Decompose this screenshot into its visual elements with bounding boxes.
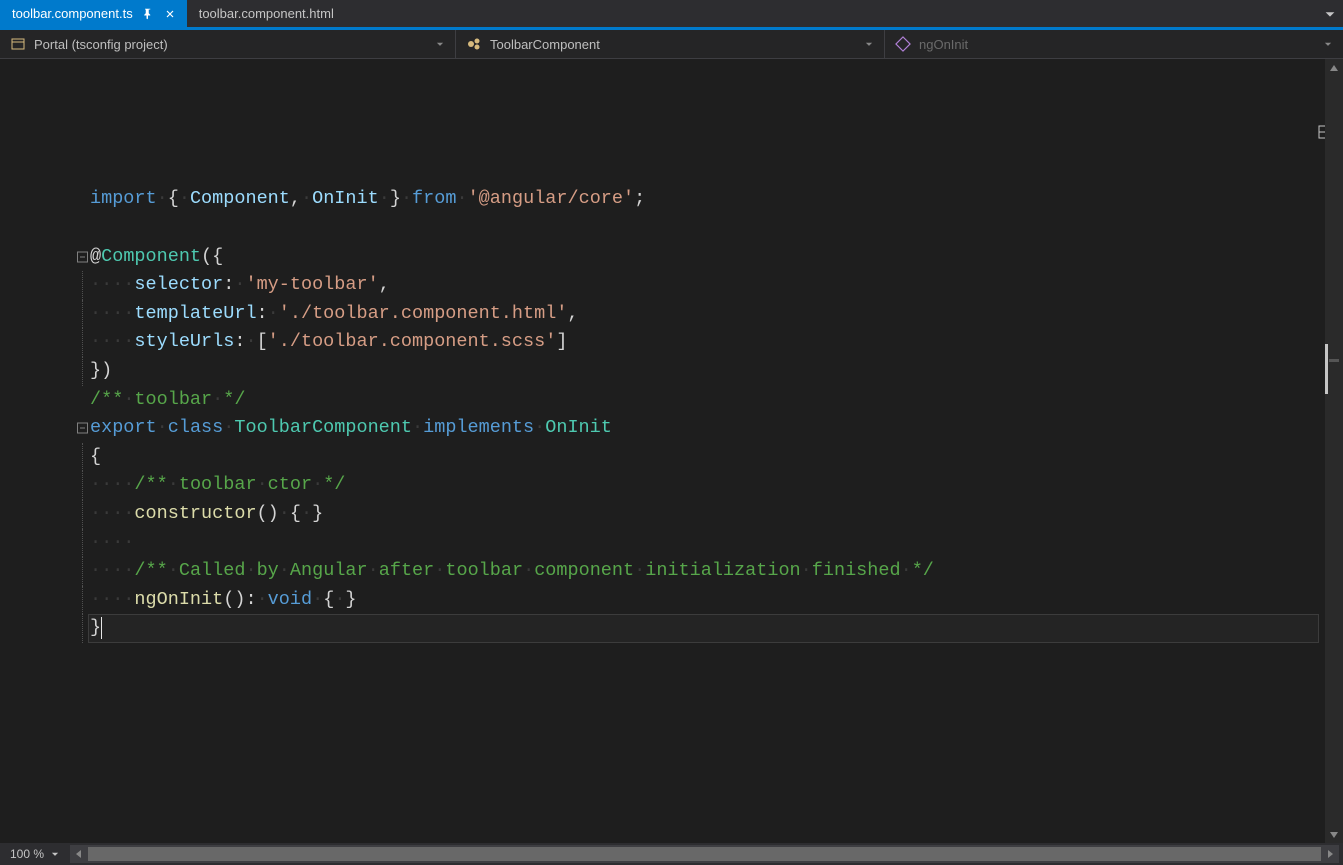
code-line[interactable]: import·{·Component,·OnInit·}·from·'@angu… (0, 185, 1343, 214)
indent-guide (82, 471, 83, 500)
project-icon (10, 36, 26, 52)
code-line[interactable]: ····templateUrl:·'./toolbar.component.ht… (0, 300, 1343, 329)
context-project-label: Portal (tsconfig project) (34, 37, 168, 52)
pin-icon[interactable] (141, 7, 155, 21)
code-line[interactable]: ····/**·toolbar·ctor·*/ (0, 471, 1343, 500)
code-line[interactable]: ····/**·Called·by·Angular·after·toolbar·… (0, 557, 1343, 586)
context-bar: Portal (tsconfig project) ToolbarCompone… (0, 30, 1343, 59)
zoom-level[interactable]: 100 % (0, 847, 66, 861)
code-editor[interactable]: import·{·Component,·OnInit·}·from·'@angu… (0, 59, 1343, 844)
fold-toggle-icon[interactable] (77, 251, 88, 262)
indent-guide (82, 357, 83, 386)
chevron-down-icon (864, 39, 874, 49)
indent-guide (82, 300, 83, 329)
class-icon (466, 36, 482, 52)
indent-guide (82, 529, 83, 558)
code-line[interactable]: ····ngOnInit():·void·{·} (0, 586, 1343, 615)
fold-toggle-icon[interactable] (77, 423, 88, 434)
tab-inactive[interactable]: toolbar.component.html (187, 0, 344, 27)
chevron-down-icon (50, 849, 60, 859)
tab-label: toolbar.component.ts (12, 6, 133, 21)
current-line-highlight (88, 614, 1319, 643)
indent-guide (82, 586, 83, 615)
code-line[interactable]: }) (0, 357, 1343, 386)
code-line[interactable]: } (0, 614, 1343, 643)
indent-guide (82, 443, 83, 472)
tab-active[interactable]: toolbar.component.ts (0, 0, 187, 27)
context-method-label: ngOnInit (919, 37, 968, 52)
code-line[interactable]: ····constructor()·{·} (0, 500, 1343, 529)
scroll-left-icon[interactable] (70, 845, 88, 863)
horizontal-scrollbar[interactable] (70, 845, 1339, 863)
method-icon (895, 36, 911, 52)
text-caret (101, 617, 102, 639)
overview-change-marker (1325, 344, 1328, 394)
code-line[interactable]: { (0, 443, 1343, 472)
zoom-value: 100 % (10, 847, 44, 861)
scroll-right-icon[interactable] (1321, 845, 1339, 863)
code-line[interactable]: ····styleUrls:·['./toolbar.component.scs… (0, 328, 1343, 357)
indent-guide (82, 271, 83, 300)
code-line[interactable] (0, 214, 1343, 243)
indent-guide (82, 614, 83, 643)
indent-guide (82, 500, 83, 529)
chevron-down-icon (1323, 39, 1333, 49)
chevron-down-icon (435, 39, 445, 49)
tab-bar: toolbar.component.ts toolbar.component.h… (0, 0, 1343, 30)
context-method[interactable]: ngOnInit (885, 30, 1343, 58)
vertical-scrollbar[interactable] (1325, 59, 1343, 844)
scroll-down-icon[interactable] (1325, 826, 1343, 844)
indent-guide (82, 328, 83, 357)
code-line[interactable]: ····selector:·'my-toolbar', (0, 271, 1343, 300)
code-line[interactable]: @Component({ (0, 243, 1343, 272)
tab-overflow-dropdown[interactable] (1323, 7, 1337, 21)
context-class[interactable]: ToolbarComponent (456, 30, 885, 58)
indent-guide (82, 557, 83, 586)
overview-caret-marker (1329, 359, 1339, 362)
code-area[interactable]: import·{·Component,·OnInit·}·from·'@angu… (0, 59, 1343, 844)
tab-label: toolbar.component.html (199, 6, 334, 21)
context-class-label: ToolbarComponent (490, 37, 600, 52)
code-line[interactable]: ···· (0, 529, 1343, 558)
code-line[interactable]: export·class·ToolbarComponent·implements… (0, 414, 1343, 443)
context-project[interactable]: Portal (tsconfig project) (0, 30, 456, 58)
status-bar: 100 % (0, 843, 1343, 865)
code-line[interactable]: /**·toolbar·*/ (0, 386, 1343, 415)
close-icon[interactable] (163, 7, 177, 21)
scroll-thumb[interactable] (88, 847, 1321, 861)
scroll-up-icon[interactable] (1325, 59, 1343, 77)
